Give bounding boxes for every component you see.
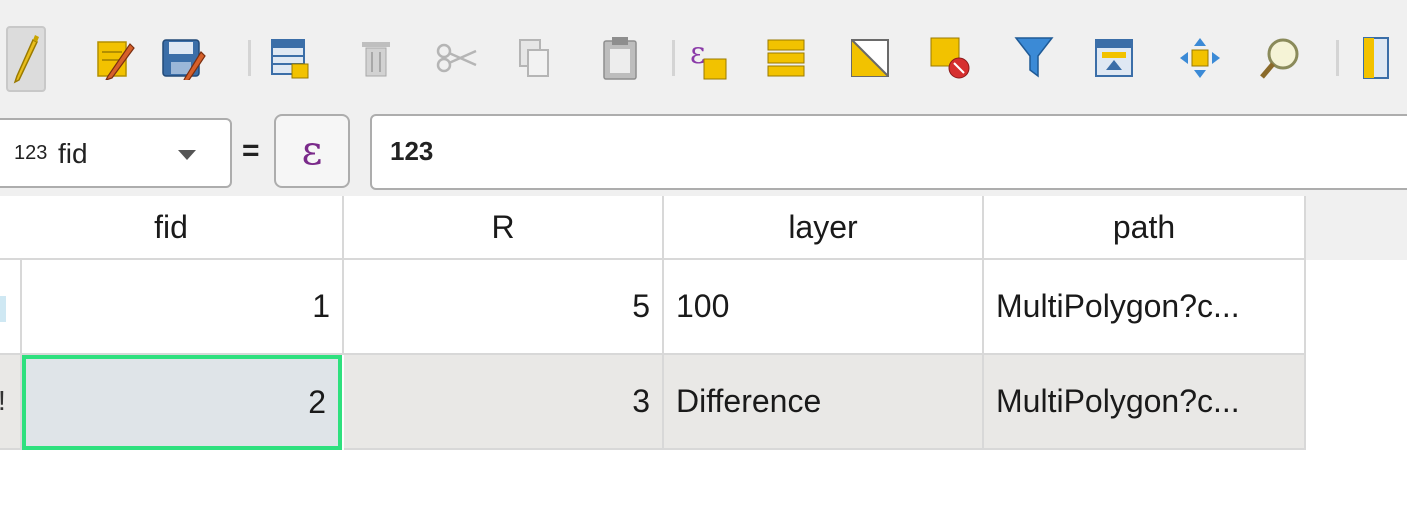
toolbar-separator <box>248 40 251 76</box>
table-cell-layer[interactable]: Difference <box>664 355 984 450</box>
move-selection-to-top-button[interactable] <box>1090 30 1138 86</box>
expression-builder-button[interactable]: ε <box>274 114 350 188</box>
save-edits-button[interactable] <box>160 30 208 86</box>
equals-sign: = <box>242 134 260 167</box>
pan-to-selected-icon <box>1179 37 1221 79</box>
column-header-R[interactable]: R <box>344 196 664 260</box>
multi-edit-pencil-icon <box>96 36 136 80</box>
table-cell-fid[interactable]: 1 <box>22 260 344 355</box>
toggle-editing-button[interactable] <box>6 26 46 92</box>
attribute-toolbar: ε <box>0 0 1407 106</box>
paste-button[interactable] <box>596 30 644 86</box>
chevron-down-icon <box>178 150 196 160</box>
pencil-icon <box>11 34 41 84</box>
svg-text:ε: ε <box>690 36 706 71</box>
row-header[interactable] <box>0 260 22 355</box>
toolbar-separator <box>1336 40 1339 76</box>
table-cell-R[interactable]: 3 <box>344 355 664 450</box>
table-cell-path[interactable]: MultiPolygon?c... <box>984 260 1306 355</box>
select-by-expression-button[interactable]: ε <box>684 30 732 86</box>
add-feature-icon <box>270 36 310 80</box>
deselect-all-button[interactable] <box>926 30 974 86</box>
select-all-icon <box>766 38 806 78</box>
expression-epsilon-icon: ε <box>301 128 323 174</box>
toolbar-separator <box>672 40 675 76</box>
new-field-icon <box>1362 36 1390 80</box>
field-name-label: fid <box>58 138 88 169</box>
paste-icon <box>602 35 638 81</box>
field-selector-dropdown[interactable]: 123 fid <box>0 118 232 188</box>
table-cell-fid-selected[interactable]: 2 <box>22 355 342 450</box>
table-cell-R[interactable]: 5 <box>344 260 664 355</box>
select-by-expression-icon: ε <box>688 35 728 81</box>
save-edits-icon <box>161 36 207 80</box>
cut-icon <box>436 43 480 73</box>
new-field-button[interactable] <box>1356 30 1396 86</box>
copy-button[interactable] <box>510 30 558 86</box>
field-calculator-bar: 123 fid = ε 123 <box>0 106 1407 196</box>
column-header-layer[interactable]: layer <box>664 196 984 260</box>
table-cell-path[interactable]: MultiPolygon?c... <box>984 355 1306 450</box>
column-header-path[interactable]: path <box>984 196 1306 260</box>
cut-button[interactable] <box>434 30 482 86</box>
pan-to-selected-button[interactable] <box>1176 30 1224 86</box>
invert-selection-button[interactable] <box>846 30 894 86</box>
filter-button[interactable] <box>1010 30 1058 86</box>
expression-input[interactable]: 123 <box>370 114 1407 190</box>
delete-selected-button[interactable] <box>352 30 400 86</box>
select-all-button[interactable] <box>762 30 810 86</box>
add-feature-button[interactable] <box>266 30 314 86</box>
move-selection-to-top-icon <box>1094 38 1134 78</box>
field-type-label: 123 <box>14 142 48 164</box>
zoom-to-selected-button[interactable] <box>1256 30 1304 86</box>
multi-edit-button[interactable] <box>92 30 140 86</box>
filter-icon <box>1014 36 1054 80</box>
deselect-all-icon <box>929 36 971 80</box>
copy-icon <box>516 36 552 80</box>
delete-selected-icon <box>358 36 394 80</box>
table-cell-layer[interactable]: 100 <box>664 260 984 355</box>
invert-selection-icon <box>850 38 890 78</box>
column-header-fid[interactable]: fid <box>0 196 344 260</box>
row-header[interactable]: ! <box>0 355 22 450</box>
expression-value: 123 <box>390 136 434 166</box>
zoom-to-selected-icon <box>1259 36 1301 80</box>
